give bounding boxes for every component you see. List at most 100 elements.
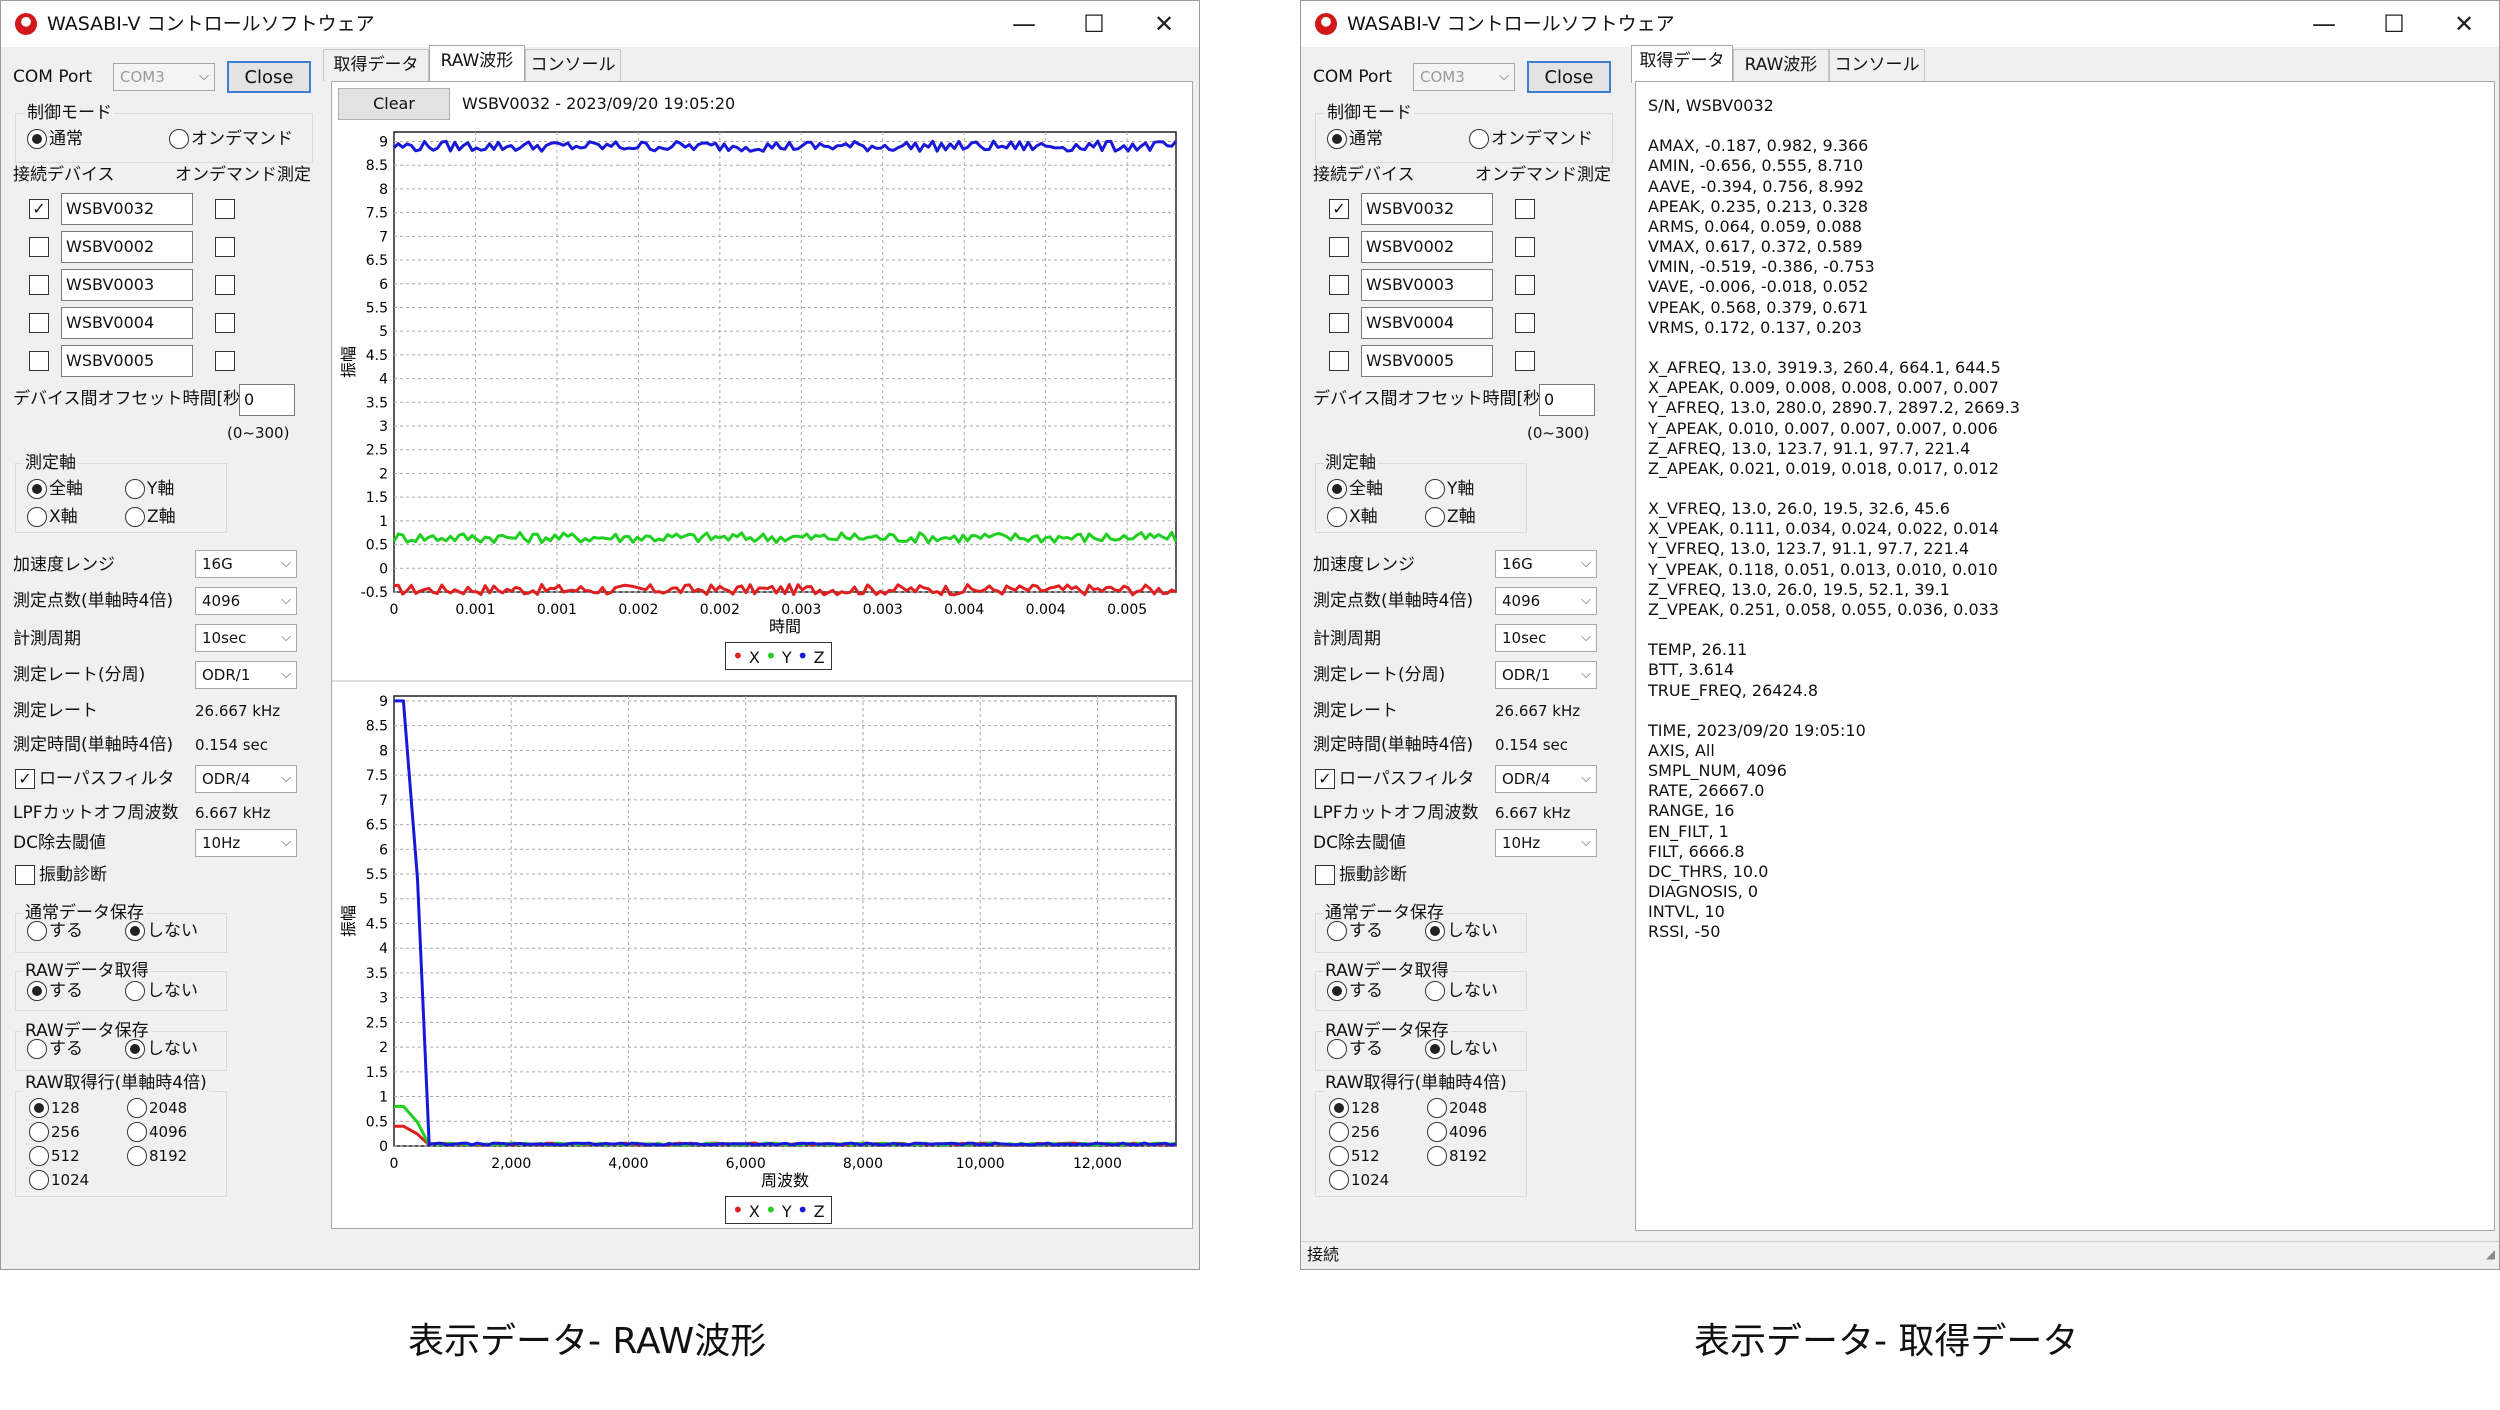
vib-diag-checkbox[interactable] bbox=[1315, 865, 1335, 885]
normal-save-yes-radio[interactable] bbox=[27, 921, 47, 941]
axis-all-radio[interactable] bbox=[27, 479, 47, 499]
maximize-button[interactable]: ☐ bbox=[2359, 5, 2429, 43]
period-select[interactable]: 10sec ⌵ bbox=[195, 624, 297, 652]
ondemand-measure-checkbox[interactable] bbox=[1515, 199, 1535, 219]
tab-acquired-data[interactable]: 取得データ bbox=[323, 49, 429, 81]
raw-get-yes-radio[interactable] bbox=[27, 981, 47, 1001]
ondemand-measure-checkbox[interactable] bbox=[1515, 275, 1535, 295]
dc-select[interactable]: 10Hz ⌵ bbox=[195, 829, 297, 857]
raw-rows-128-radio[interactable] bbox=[29, 1098, 49, 1118]
raw-rows-8192-radio[interactable] bbox=[127, 1146, 147, 1166]
tab-raw-waveform[interactable]: RAW波形 bbox=[429, 45, 525, 83]
device-id-field[interactable]: WSBV0032 bbox=[1361, 193, 1493, 225]
rate-div-select[interactable]: ODR/1 ⌵ bbox=[1495, 661, 1597, 689]
raw-rows-8192-radio[interactable] bbox=[1427, 1146, 1447, 1166]
com-port-select[interactable]: COM3 ⌵ bbox=[1413, 63, 1515, 91]
points-select[interactable]: 4096 ⌵ bbox=[1495, 587, 1597, 615]
raw-save-no-radio[interactable] bbox=[1425, 1039, 1445, 1059]
offset-input[interactable]: 0 bbox=[1539, 384, 1595, 416]
raw-rows-512-radio[interactable] bbox=[1329, 1146, 1349, 1166]
raw-rows-2048-radio[interactable] bbox=[1427, 1098, 1447, 1118]
device-id-field[interactable]: WSBV0005 bbox=[61, 345, 193, 377]
raw-get-no-radio[interactable] bbox=[125, 981, 145, 1001]
device-select-checkbox[interactable] bbox=[1329, 275, 1349, 295]
device-id-field[interactable]: WSBV0004 bbox=[1361, 307, 1493, 339]
device-select-checkbox[interactable]: ✓ bbox=[29, 199, 49, 219]
device-select-checkbox[interactable] bbox=[29, 275, 49, 295]
device-select-checkbox[interactable] bbox=[1329, 351, 1349, 371]
device-select-checkbox[interactable] bbox=[1329, 313, 1349, 333]
tab-raw-waveform[interactable]: RAW波形 bbox=[1733, 49, 1829, 81]
raw-rows-512-radio[interactable] bbox=[29, 1146, 49, 1166]
raw-rows-1024-radio[interactable] bbox=[1329, 1170, 1349, 1190]
lpf-checkbox[interactable]: ✓ bbox=[1315, 769, 1335, 789]
mode-normal-radio[interactable] bbox=[1327, 129, 1347, 149]
close-port-button[interactable]: Close bbox=[1527, 61, 1611, 93]
device-id-field[interactable]: WSBV0003 bbox=[61, 269, 193, 301]
device-select-checkbox[interactable] bbox=[29, 313, 49, 333]
lpf-select[interactable]: ODR/4 ⌵ bbox=[1495, 765, 1597, 793]
device-id-field[interactable]: WSBV0005 bbox=[1361, 345, 1493, 377]
axis-x-radio[interactable] bbox=[27, 507, 47, 527]
axis-y-radio[interactable] bbox=[125, 479, 145, 499]
ondemand-measure-checkbox[interactable] bbox=[215, 275, 235, 295]
accel-range-select[interactable]: 16G ⌵ bbox=[1495, 550, 1597, 578]
device-id-field[interactable]: WSBV0004 bbox=[61, 307, 193, 339]
axis-x-radio[interactable] bbox=[1327, 507, 1347, 527]
maximize-button[interactable]: ☐ bbox=[1059, 5, 1129, 43]
axis-z-radio[interactable] bbox=[1425, 507, 1445, 527]
raw-save-yes-radio[interactable] bbox=[1327, 1039, 1347, 1059]
device-select-checkbox[interactable]: ✓ bbox=[1329, 199, 1349, 219]
points-select[interactable]: 4096 ⌵ bbox=[195, 587, 297, 615]
vib-diag-checkbox[interactable] bbox=[15, 865, 35, 885]
close-port-button[interactable]: Close bbox=[227, 61, 311, 93]
mode-ondemand-radio[interactable] bbox=[1469, 129, 1489, 149]
minimize-button[interactable]: — bbox=[2289, 5, 2359, 43]
ondemand-measure-checkbox[interactable] bbox=[1515, 351, 1535, 371]
tab-console[interactable]: コンソール bbox=[525, 49, 621, 81]
axis-y-radio[interactable] bbox=[1425, 479, 1445, 499]
ondemand-measure-checkbox[interactable] bbox=[215, 313, 235, 333]
device-select-checkbox[interactable] bbox=[29, 237, 49, 257]
axis-all-radio[interactable] bbox=[1327, 479, 1347, 499]
raw-rows-2048-radio[interactable] bbox=[127, 1098, 147, 1118]
resize-grip-icon[interactable]: ◢ bbox=[2486, 1241, 2495, 1267]
offset-input[interactable]: 0 bbox=[239, 384, 295, 416]
device-select-checkbox[interactable] bbox=[29, 351, 49, 371]
period-select[interactable]: 10sec ⌵ bbox=[1495, 624, 1597, 652]
raw-rows-256-radio[interactable] bbox=[29, 1122, 49, 1142]
clear-button[interactable]: Clear bbox=[338, 88, 450, 120]
accel-range-select[interactable]: 16G ⌵ bbox=[195, 550, 297, 578]
device-id-field[interactable]: WSBV0002 bbox=[1361, 231, 1493, 263]
raw-rows-128-radio[interactable] bbox=[1329, 1098, 1349, 1118]
ondemand-measure-checkbox[interactable] bbox=[215, 199, 235, 219]
ondemand-measure-checkbox[interactable] bbox=[215, 351, 235, 371]
normal-save-no-radio[interactable] bbox=[1425, 921, 1445, 941]
raw-rows-4096-radio[interactable] bbox=[127, 1122, 147, 1142]
raw-get-yes-radio[interactable] bbox=[1327, 981, 1347, 1001]
mode-ondemand-radio[interactable] bbox=[169, 129, 189, 149]
mode-normal-radio[interactable] bbox=[27, 129, 47, 149]
device-select-checkbox[interactable] bbox=[1329, 237, 1349, 257]
ondemand-measure-checkbox[interactable] bbox=[215, 237, 235, 257]
raw-rows-1024-radio[interactable] bbox=[29, 1170, 49, 1190]
raw-save-no-radio[interactable] bbox=[125, 1039, 145, 1059]
device-id-field[interactable]: WSBV0032 bbox=[61, 193, 193, 225]
ondemand-measure-checkbox[interactable] bbox=[1515, 313, 1535, 333]
lpf-select[interactable]: ODR/4 ⌵ bbox=[195, 765, 297, 793]
minimize-button[interactable]: — bbox=[989, 5, 1059, 43]
device-id-field[interactable]: WSBV0002 bbox=[61, 231, 193, 263]
device-id-field[interactable]: WSBV0003 bbox=[1361, 269, 1493, 301]
close-window-button[interactable]: ✕ bbox=[2429, 5, 2499, 43]
rate-div-select[interactable]: ODR/1 ⌵ bbox=[195, 661, 297, 689]
raw-rows-4096-radio[interactable] bbox=[1427, 1122, 1447, 1142]
raw-save-yes-radio[interactable] bbox=[27, 1039, 47, 1059]
raw-rows-256-radio[interactable] bbox=[1329, 1122, 1349, 1142]
com-port-select[interactable]: COM3 ⌵ bbox=[113, 63, 215, 91]
raw-get-no-radio[interactable] bbox=[1425, 981, 1445, 1001]
ondemand-measure-checkbox[interactable] bbox=[1515, 237, 1535, 257]
normal-save-no-radio[interactable] bbox=[125, 921, 145, 941]
dc-select[interactable]: 10Hz ⌵ bbox=[1495, 829, 1597, 857]
normal-save-yes-radio[interactable] bbox=[1327, 921, 1347, 941]
lpf-checkbox[interactable]: ✓ bbox=[15, 769, 35, 789]
